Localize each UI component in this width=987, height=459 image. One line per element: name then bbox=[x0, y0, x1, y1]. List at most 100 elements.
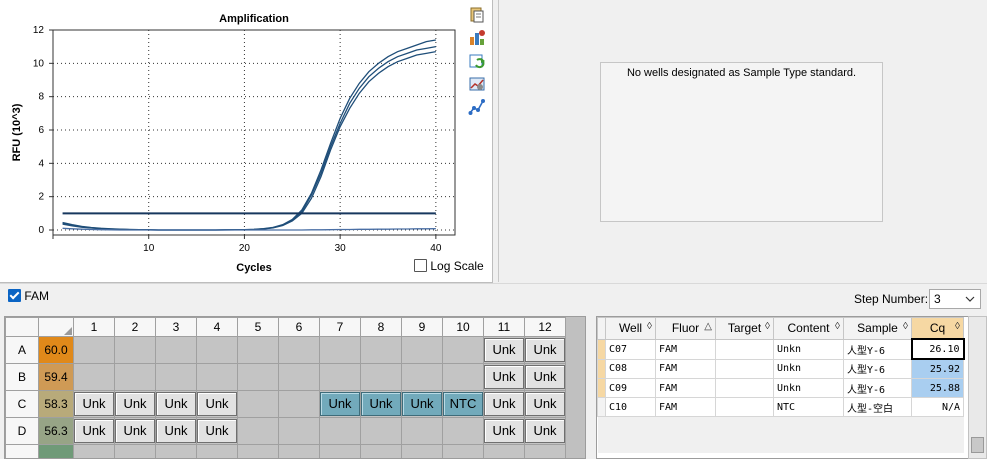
plate-well[interactable]: Unk bbox=[525, 391, 566, 418]
plate-well[interactable] bbox=[238, 364, 279, 391]
row-header[interactable]: C bbox=[6, 391, 39, 418]
table-row[interactable]: C08FAM Unkn人型Y-625.92 bbox=[598, 359, 964, 379]
plate-well[interactable] bbox=[197, 364, 238, 391]
plate-well[interactable]: Unk bbox=[197, 418, 238, 445]
well-button[interactable]: Unk bbox=[402, 392, 442, 416]
sort-icon[interactable]: △ bbox=[704, 321, 712, 332]
fluor-toggle[interactable]: FAM bbox=[8, 289, 49, 303]
column-header-target[interactable]: Target◊ bbox=[716, 318, 774, 340]
well-button[interactable]: Unk bbox=[525, 338, 565, 362]
plate-well[interactable]: Unk bbox=[525, 337, 566, 364]
cell-content[interactable]: NTC bbox=[774, 398, 844, 417]
column-header-content[interactable]: Content◊ bbox=[774, 318, 844, 340]
plate-well[interactable]: Unk bbox=[74, 418, 115, 445]
cell-content[interactable]: Unkn bbox=[774, 379, 844, 398]
well-button[interactable]: Unk bbox=[197, 419, 237, 443]
scroll-thumb[interactable] bbox=[971, 437, 984, 453]
column-header-6[interactable]: 6 bbox=[279, 318, 320, 337]
plate-well[interactable] bbox=[197, 337, 238, 364]
cell-fluor[interactable]: FAM bbox=[656, 398, 716, 417]
cell-target[interactable] bbox=[716, 379, 774, 398]
table-row[interactable]: C10FAMNTC人型-空白N/A bbox=[598, 398, 964, 417]
sort-icon[interactable]: ◊ bbox=[903, 321, 908, 332]
cell-sample[interactable]: 人型Y-6 bbox=[844, 359, 912, 379]
plate-well[interactable] bbox=[156, 337, 197, 364]
plate-well[interactable] bbox=[443, 364, 484, 391]
column-header-12[interactable]: 12 bbox=[525, 318, 566, 337]
plate-well[interactable] bbox=[361, 337, 402, 364]
plate-well[interactable] bbox=[320, 337, 361, 364]
cell-fluor[interactable]: FAM bbox=[656, 359, 716, 379]
sort-icon[interactable]: ◊ bbox=[765, 321, 770, 332]
plate-well[interactable] bbox=[443, 337, 484, 364]
cell-cq[interactable]: 25.92 bbox=[912, 359, 964, 379]
table-row[interactable]: C07FAMUnkn人型Y-626.10 bbox=[598, 339, 964, 359]
column-header-2[interactable]: 2 bbox=[115, 318, 156, 337]
well-button[interactable]: Unk bbox=[156, 419, 196, 443]
plate-well[interactable]: Unk bbox=[320, 391, 361, 418]
plate-well[interactable] bbox=[279, 391, 320, 418]
well-button[interactable]: Unk bbox=[74, 419, 114, 443]
column-header-cq[interactable]: Cq◊ bbox=[912, 318, 964, 340]
column-header-well[interactable]: Well◊ bbox=[606, 318, 656, 340]
well-button[interactable]: Unk bbox=[361, 392, 401, 416]
column-header-8[interactable]: 8 bbox=[361, 318, 402, 337]
well-button[interactable]: Unk bbox=[74, 392, 114, 416]
row-marker[interactable] bbox=[598, 339, 606, 359]
row-header[interactable]: D bbox=[6, 418, 39, 445]
well-button[interactable]: Unk bbox=[484, 365, 524, 389]
plate-well[interactable] bbox=[361, 418, 402, 445]
plate-well[interactable]: Unk bbox=[484, 391, 525, 418]
plate-well[interactable] bbox=[238, 418, 279, 445]
column-header-1[interactable]: 1 bbox=[74, 318, 115, 337]
cell-well[interactable]: C08 bbox=[606, 359, 656, 379]
log-scale-toggle[interactable]: Log Scale bbox=[414, 259, 484, 273]
cell-cq[interactable]: 25.88 bbox=[912, 379, 964, 398]
cell-content[interactable]: Unkn bbox=[774, 359, 844, 379]
plate-well[interactable]: Unk bbox=[402, 391, 443, 418]
plate-well[interactable] bbox=[402, 337, 443, 364]
row-marker[interactable] bbox=[598, 379, 606, 398]
cell-cq[interactable]: N/A bbox=[912, 398, 964, 417]
plate-well[interactable] bbox=[402, 418, 443, 445]
refresh-export-icon[interactable] bbox=[468, 52, 486, 70]
plate-well[interactable]: Unk bbox=[525, 418, 566, 445]
well-button[interactable]: Unk bbox=[115, 392, 155, 416]
cell-well[interactable]: C07 bbox=[606, 339, 656, 359]
plate-well[interactable] bbox=[238, 337, 279, 364]
plate-well[interactable]: Unk bbox=[484, 337, 525, 364]
vertical-scrollbar[interactable] bbox=[968, 316, 987, 459]
plate-well[interactable]: Unk bbox=[484, 364, 525, 391]
plate-well[interactable]: NTC bbox=[443, 391, 484, 418]
column-header-sample[interactable]: Sample◊ bbox=[844, 318, 912, 340]
fam-checkbox[interactable] bbox=[8, 289, 21, 302]
plate-well[interactable] bbox=[361, 364, 402, 391]
well-button[interactable]: NTC bbox=[443, 392, 483, 416]
row-marker[interactable] bbox=[598, 359, 606, 379]
well-button[interactable]: Unk bbox=[525, 419, 565, 443]
plate-well[interactable]: Unk bbox=[197, 391, 238, 418]
cell-well[interactable]: C09 bbox=[606, 379, 656, 398]
plate-well[interactable] bbox=[279, 337, 320, 364]
cell-fluor[interactable]: FAM bbox=[656, 339, 716, 359]
plate-well[interactable] bbox=[115, 364, 156, 391]
plate-well[interactable]: Unk bbox=[156, 418, 197, 445]
cell-target[interactable] bbox=[716, 339, 774, 359]
cell-sample[interactable]: 人型-空白 bbox=[844, 398, 912, 417]
plate-well[interactable] bbox=[402, 364, 443, 391]
plate-well[interactable]: Unk bbox=[525, 364, 566, 391]
plate-well[interactable] bbox=[443, 418, 484, 445]
column-header-3[interactable]: 3 bbox=[156, 318, 197, 337]
copy-icon[interactable] bbox=[468, 6, 486, 24]
column-header-7[interactable]: 7 bbox=[320, 318, 361, 337]
export-icon[interactable] bbox=[468, 29, 486, 47]
well-button[interactable]: Unk bbox=[525, 392, 565, 416]
step-number-select[interactable]: 3 bbox=[929, 289, 981, 309]
well-button[interactable]: Unk bbox=[484, 392, 524, 416]
plate-well[interactable]: Unk bbox=[115, 418, 156, 445]
plate-well[interactable] bbox=[156, 364, 197, 391]
plate-well[interactable]: Unk bbox=[156, 391, 197, 418]
table-row[interactable]: C09FAMUnkn人型Y-625.88 bbox=[598, 379, 964, 398]
plate-well[interactable] bbox=[279, 418, 320, 445]
column-header-5[interactable]: 5 bbox=[238, 318, 279, 337]
